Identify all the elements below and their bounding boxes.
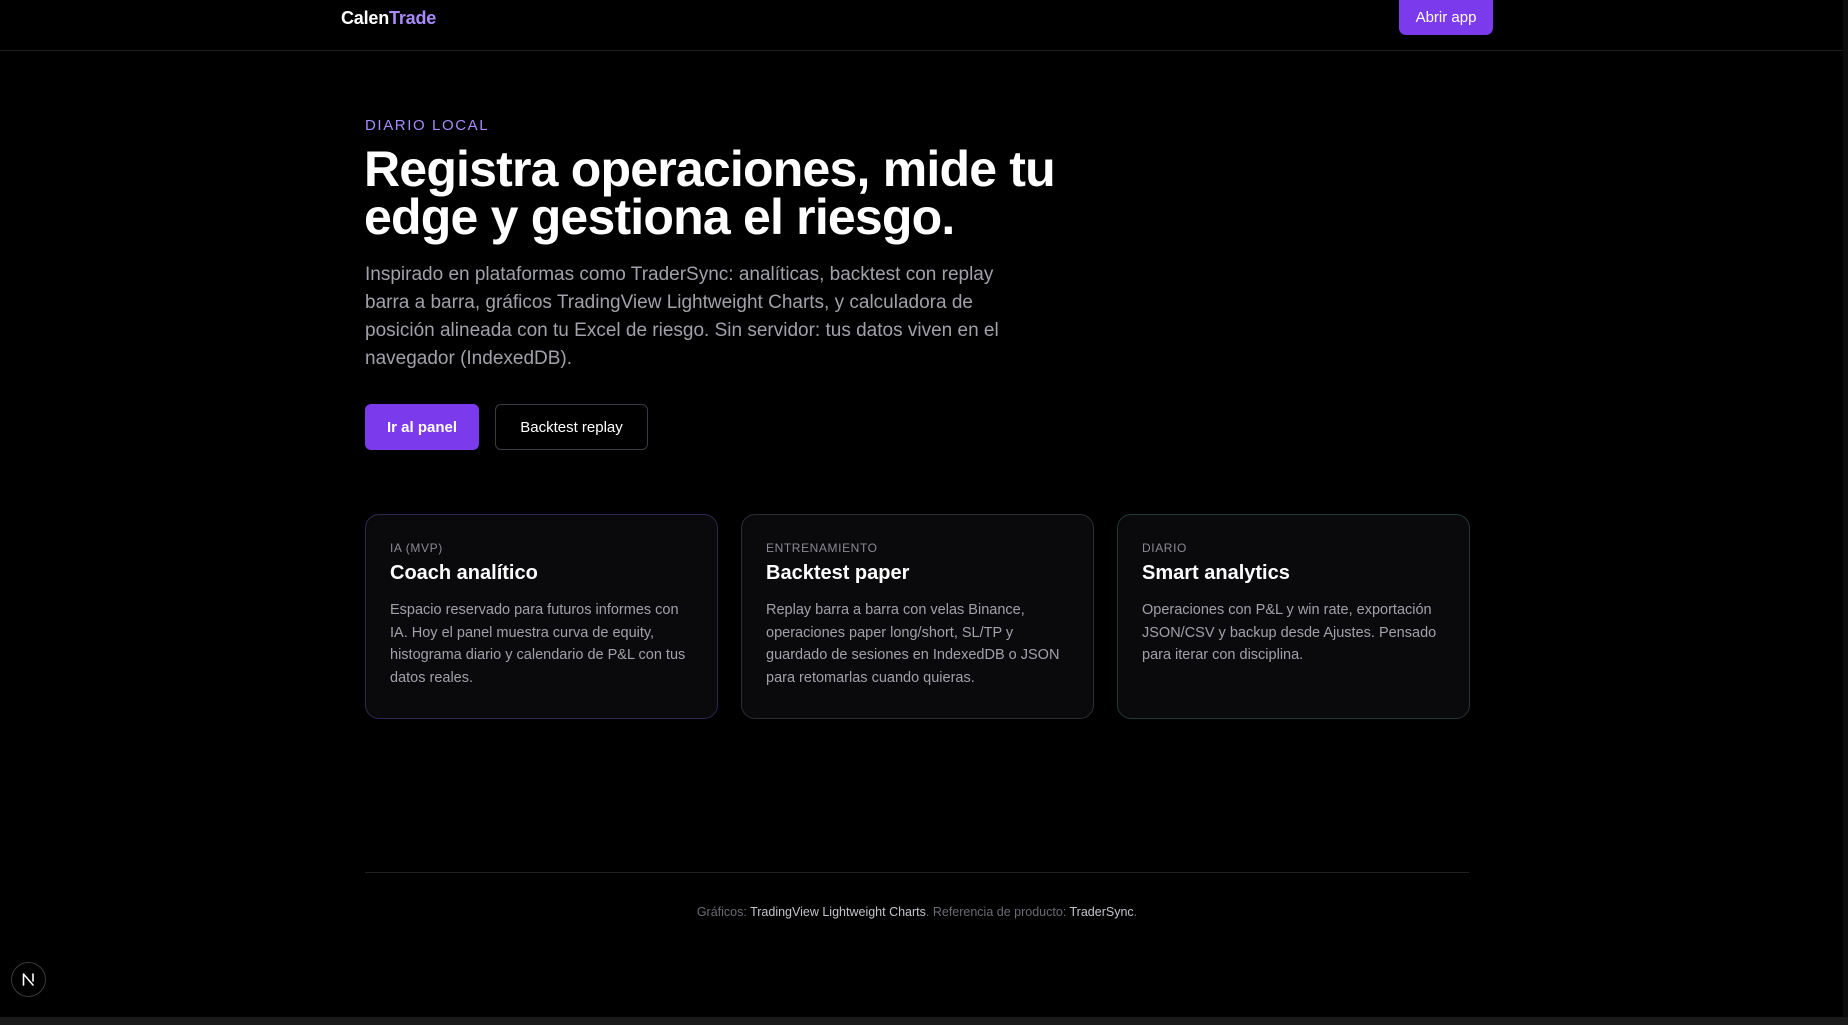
footer-suffix: . — [1133, 905, 1138, 919]
card-title: Backtest paper — [766, 562, 910, 584]
hero-title: Registra operaciones, mide tu edge y ges… — [364, 141, 1056, 245]
open-app-button[interactable]: Abrir app — [1399, 0, 1493, 35]
logo[interactable]: CalenTrade — [341, 8, 436, 29]
tradingview-link[interactable]: TradingView Lightweight Charts — [750, 905, 926, 919]
card-title: Smart analytics — [1142, 562, 1290, 584]
feature-card-backtest: ENTRENAMIENTO Backtest paper Replay barr… — [741, 514, 1094, 719]
card-tag: ENTRENAMIENTO — [766, 541, 878, 555]
feature-card-coach: IA (MVP) Coach analítico Espacio reserva… — [365, 514, 718, 719]
go-to-panel-button[interactable]: Ir al panel — [365, 404, 479, 450]
hero-description: Inspirado en plataformas como TraderSync… — [365, 264, 999, 369]
top-nav: CalenTrade Abrir app — [0, 0, 1843, 51]
footer-product-prefix: . Referencia de producto: — [925, 905, 1070, 919]
vertical-scrollbar[interactable] — [1843, 0, 1848, 1017]
footer-divider — [365, 872, 1469, 873]
card-tag: DIARIO — [1142, 541, 1187, 555]
horizontal-scrollbar[interactable] — [0, 1017, 1848, 1025]
feature-card-analytics: DIARIO Smart analytics Operaciones con P… — [1117, 514, 1470, 719]
nextjs-icon — [22, 973, 34, 986]
logo-text-part1: Calen — [341, 8, 390, 28]
card-description: Espacio reservado para futuros informes … — [390, 602, 686, 686]
footer-credits: Gráficos: TradingView Lightweight Charts… — [0, 905, 1834, 919]
backtest-replay-button[interactable]: Backtest replay — [495, 404, 648, 450]
nextjs-devtools-button[interactable] — [11, 962, 46, 997]
card-description: Operaciones con P&L y win rate, exportac… — [1142, 602, 1437, 664]
card-tag: IA (MVP) — [390, 541, 443, 555]
tradersync-link[interactable]: TraderSync — [1070, 905, 1134, 919]
hero-eyebrow: DIARIO LOCAL — [365, 117, 490, 134]
footer-charts-prefix: Gráficos: — [696, 905, 751, 919]
card-title: Coach analítico — [390, 562, 538, 584]
logo-text-part2: Trade — [389, 8, 437, 28]
card-description: Replay barra a barra con velas Binance, … — [766, 602, 1060, 686]
